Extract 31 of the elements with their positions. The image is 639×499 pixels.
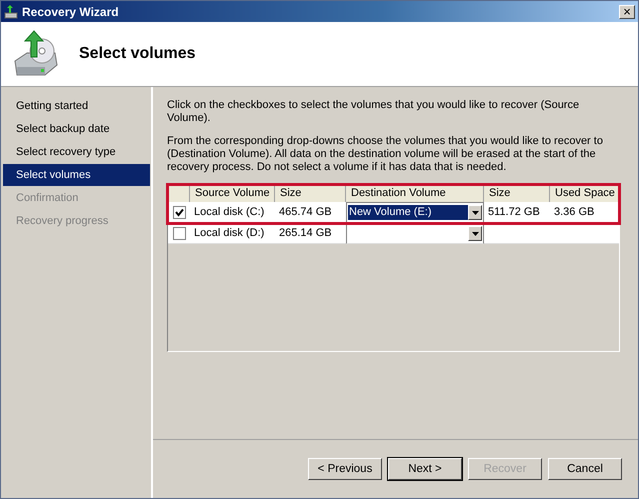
nav-item[interactable]: Select backup date	[3, 118, 150, 140]
table-cell: 3.36 GB	[550, 202, 619, 223]
window-title: Recovery Wizard	[22, 4, 120, 18]
column-header[interactable]: Used Space	[550, 185, 619, 202]
destination-dropdown[interactable]: New Volume (E:)	[346, 202, 484, 223]
destination-dropdown[interactable]	[346, 223, 484, 244]
table-cell: Local disk (D:)	[190, 223, 275, 244]
wizard-button[interactable]: < Previous	[308, 458, 382, 480]
table-cell: Local disk (C:)	[190, 202, 275, 223]
nav-item[interactable]: Select volumes	[3, 164, 150, 186]
instruction-text: From the corresponding drop-downs choose the volumes that you would like to recover to (Destination Volume). All data on the destination volume will be erased at the start of the recovery process. Do not select a volume if it has data that is needed.	[167, 135, 604, 174]
instruction-text: Click on the checkboxes to select the volumes that you would like to recover (Source Volume).	[167, 99, 580, 125]
checkbox[interactable]	[172, 206, 186, 218]
page-title: Select volumes	[79, 45, 196, 63]
table-row[interactable]: Local disk (C:) 465.74 GB New Volume (E:) 511.72 GB 3.36 GB	[168, 202, 619, 223]
nav-item[interactable]: Select recovery type	[3, 141, 150, 163]
checkbox[interactable]	[172, 226, 186, 240]
column-header[interactable]: Source Volume	[190, 185, 275, 202]
dropdown-arrow-icon	[472, 210, 478, 214]
table-cell: 511.72 GB	[484, 202, 550, 223]
column-header[interactable]: Size	[275, 185, 346, 202]
column-header[interactable]: Destination Volume	[346, 185, 484, 202]
app-icon	[4, 4, 18, 18]
wizard-button[interactable]: Cancel	[548, 458, 622, 480]
close-button[interactable]: ×	[619, 4, 635, 18]
dropdown-arrow-icon	[472, 232, 478, 236]
table-row[interactable]: Local disk (D:) 265.14 GB	[168, 223, 619, 244]
wizard-button[interactable]: Next >	[388, 458, 462, 480]
nav-item[interactable]: Getting started	[3, 95, 150, 117]
column-header	[168, 185, 190, 202]
column-header[interactable]: Size	[484, 185, 550, 202]
